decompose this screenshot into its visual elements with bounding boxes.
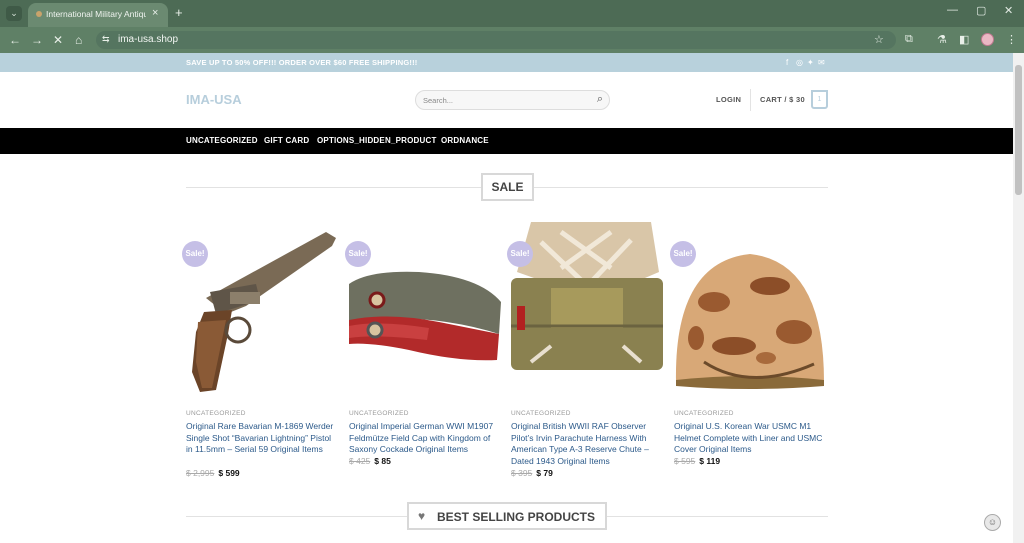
back-icon[interactable]: ← — [9, 33, 21, 47]
instagram-icon[interactable]: ◎ — [796, 58, 803, 67]
new-price: $ 599 — [218, 468, 240, 478]
sale-badge: Sale! — [345, 241, 371, 267]
product-price: $ 395 $ 79 — [511, 468, 553, 478]
new-price: $ 85 — [374, 456, 391, 466]
cart-link[interactable]: CART / $ 30 — [760, 95, 805, 104]
search-icon[interactable]: ⌕ — [597, 93, 603, 106]
new-price: $ 119 — [699, 456, 721, 466]
extensions-icon[interactable]: ⧉ — [905, 33, 913, 46]
login-link[interactable]: LOGIN — [716, 95, 741, 104]
home-icon[interactable]: ⌂ — [75, 33, 82, 47]
product-card[interactable]: Sale! UNCATEGORIZED Original U.S. Korean… — [670, 222, 826, 482]
promo-message: SAVE UP TO 50% OFF!!! ORDER OVER $60 FRE… — [186, 58, 418, 67]
nav-item-gift-card[interactable]: GIFT CARD — [264, 136, 309, 145]
product-price: $ 2,995 $ 599 — [186, 468, 240, 478]
product-category[interactable]: UNCATEGORIZED — [674, 410, 734, 417]
nav-item-uncategorized[interactable]: UNCATEGORIZED — [186, 136, 258, 145]
product-image[interactable] — [349, 222, 501, 400]
main-nav: UNCATEGORIZED GIFT CARD OPTIONS_HIDDEN_P… — [0, 128, 1013, 154]
old-price: $ 2,995 — [186, 468, 215, 478]
page-scrollbar[interactable] — [1013, 53, 1024, 543]
browser-tab[interactable]: International Military Antiques × — [28, 3, 168, 27]
profile-avatar[interactable] — [981, 33, 994, 46]
accessibility-widget-icon[interactable]: ☺ — [984, 514, 1001, 531]
browser-toolbar: ← → ✕ ⌂ ⇆ ima-usa.shop ☆ ⧉ ⚗ ◧ ⋮ — [0, 27, 1024, 53]
old-price: $ 395 — [511, 468, 533, 478]
sale-badge: Sale! — [670, 241, 696, 267]
side-panel-icon[interactable]: ◧ — [959, 33, 969, 46]
product-image[interactable] — [186, 222, 338, 400]
stop-icon[interactable]: ✕ — [53, 33, 63, 47]
product-title[interactable]: Original Imperial German WWI M1907 Feldm… — [349, 421, 499, 456]
search-placeholder: Search... — [423, 96, 454, 105]
product-title[interactable]: Original Rare Bavarian M-1869 Werder Sin… — [186, 421, 336, 456]
heart-icon: ♥ — [418, 509, 426, 523]
menu-dots-icon[interactable]: ⋮ — [1006, 33, 1017, 46]
url-text[interactable]: ima-usa.shop — [118, 34, 178, 45]
new-tab-icon[interactable]: + — [175, 5, 183, 20]
product-card[interactable]: Sale! UNCATEGORIZED Original Rare Bavari… — [182, 222, 338, 482]
minimize-icon[interactable]: — — [947, 4, 958, 16]
best-selling-heading: ♥ BEST SELLING PRODUCTS — [407, 502, 607, 530]
best-selling-title: BEST SELLING PRODUCTS — [437, 510, 596, 524]
product-card[interactable]: Sale! UNCATEGORIZED Original Imperial Ge… — [345, 222, 501, 482]
twitter-icon[interactable]: ✦ — [807, 58, 814, 67]
labs-flask-icon[interactable]: ⚗ — [937, 33, 947, 46]
sale-badge: Sale! — [507, 241, 533, 267]
site-logo[interactable]: IMA-USA — [186, 92, 242, 107]
product-title[interactable]: Original British WWII RAF Observer Pilot… — [511, 421, 661, 467]
nav-item-options-hidden-product[interactable]: OPTIONS_HIDDEN_PRODUCT — [317, 136, 437, 145]
address-bar[interactable]: ⇆ ima-usa.shop — [96, 31, 896, 49]
old-price: $ 595 — [674, 456, 696, 466]
cart-icon[interactable]: 1 — [811, 90, 828, 109]
sale-badge: Sale! — [182, 241, 208, 267]
favicon-icon — [36, 11, 42, 17]
product-image[interactable] — [511, 222, 663, 400]
tab-search-icon[interactable]: ⌄ — [6, 6, 22, 21]
site-info-icon[interactable]: ⇆ — [102, 34, 110, 45]
header-divider — [750, 89, 751, 111]
product-category[interactable]: UNCATEGORIZED — [511, 410, 571, 417]
site-header: IMA-USA Search... ⌕ LOGIN CART / $ 30 1 — [0, 72, 1013, 128]
product-card[interactable]: Sale! UNCATEGORIZED Original British WWI… — [507, 222, 663, 482]
bookmark-star-icon[interactable]: ☆ — [874, 33, 884, 46]
scrollbar-thumb[interactable] — [1015, 65, 1022, 195]
tab-title: International Military Antiques — [46, 9, 146, 19]
forward-icon[interactable]: → — [31, 33, 43, 47]
product-image[interactable] — [674, 222, 826, 400]
product-category[interactable]: UNCATEGORIZED — [349, 410, 409, 417]
close-window-icon[interactable]: ✕ — [1004, 4, 1013, 17]
product-price: $ 425 $ 85 — [349, 456, 391, 466]
product-title[interactable]: Original U.S. Korean War USMC M1 Helmet … — [674, 421, 824, 456]
nav-item-ordnance[interactable]: ORDNANCE — [441, 136, 489, 145]
product-category[interactable]: UNCATEGORIZED — [186, 410, 246, 417]
product-price: $ 595 $ 119 — [674, 456, 720, 466]
sale-heading: SALE — [481, 173, 534, 201]
old-price: $ 425 — [349, 456, 371, 466]
browser-titlebar: ⌄ International Military Antiques × + — … — [0, 0, 1024, 27]
email-icon[interactable]: ✉ — [818, 58, 825, 67]
tab-close-icon[interactable]: × — [152, 7, 158, 19]
new-price: $ 79 — [536, 468, 553, 478]
maximize-icon[interactable]: ▢ — [976, 4, 986, 17]
facebook-icon[interactable]: f — [786, 58, 788, 67]
promo-bar: SAVE UP TO 50% OFF!!! ORDER OVER $60 FRE… — [0, 53, 1013, 72]
search-input[interactable]: Search... ⌕ — [415, 90, 610, 110]
